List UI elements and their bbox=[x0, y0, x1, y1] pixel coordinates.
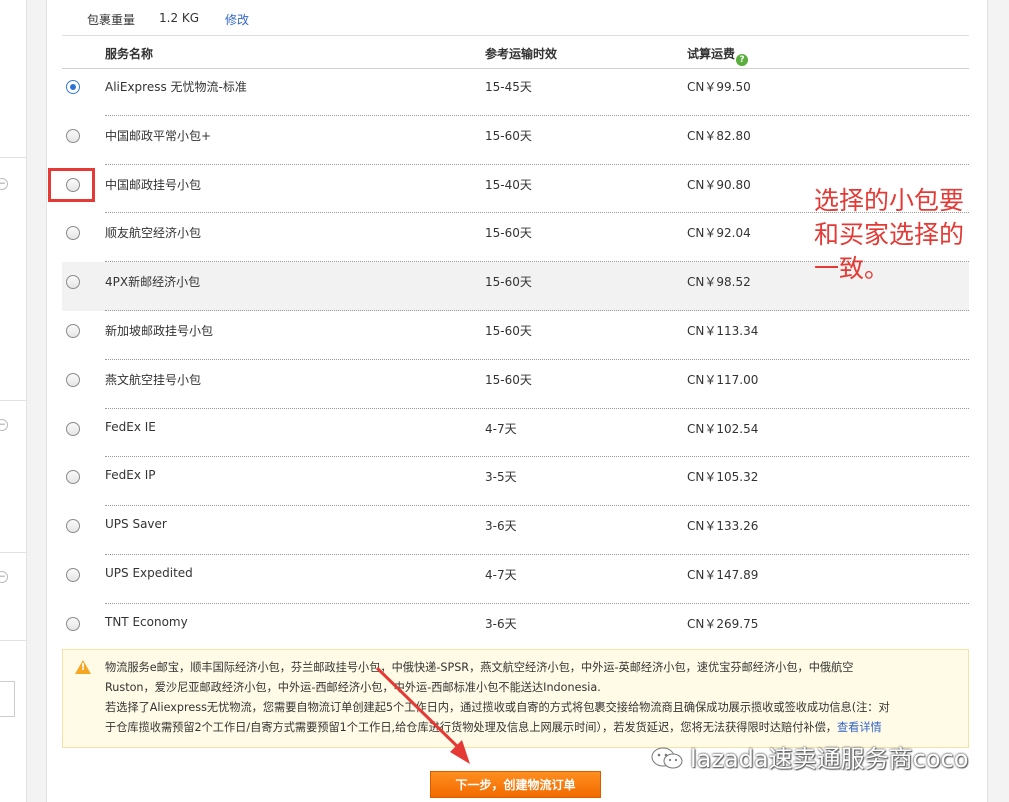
shipping-option-row[interactable]: 燕文航空挂号小包 15-60天 CN￥117.00 bbox=[62, 360, 969, 409]
shipping-option-radio[interactable] bbox=[66, 421, 80, 436]
service-name: 顺友航空经济小包 bbox=[105, 226, 202, 241]
service-name: 燕文航空挂号小包 bbox=[105, 372, 202, 387]
shipping-options-list: AliExpress 无忧物流-标准 15-45天 CN￥99.50 中国邮政平常小包… bbox=[62, 67, 969, 653]
estimated-fee: CN￥147.89 bbox=[687, 567, 759, 582]
estimated-fee: CN￥133.26 bbox=[687, 519, 759, 534]
delivery-time: 4-7天 bbox=[485, 421, 517, 436]
header-delivery-time: 参考运输时效 bbox=[485, 47, 558, 61]
estimated-fee: CN￥105.32 bbox=[687, 470, 759, 485]
shipping-option-radio[interactable] bbox=[66, 323, 80, 338]
delivery-time: 15-45天 bbox=[485, 80, 532, 94]
left-sidebar-divider bbox=[0, 400, 26, 401]
delivery-time: 15-60天 bbox=[485, 275, 532, 290]
shipping-option-radio[interactable] bbox=[66, 275, 80, 290]
warning-icon-mark: ! bbox=[80, 662, 86, 673]
estimated-fee: CN￥90.80 bbox=[687, 177, 751, 192]
weight-label: 包裹重量 bbox=[87, 13, 136, 27]
shipping-option-row[interactable]: 中国邮政平常小包+ 15-60天 CN￥82.80 bbox=[62, 116, 969, 165]
shipping-option-row[interactable]: AliExpress 无忧物流-标准 15-45天 CN￥99.50 bbox=[62, 67, 969, 116]
shipping-option-row[interactable]: TNT Economy 3-6天 CN￥269.75 bbox=[62, 604, 969, 653]
shipping-option-radio[interactable] bbox=[66, 372, 80, 387]
delivery-time: 3-6天 bbox=[485, 616, 517, 631]
estimated-fee: CN￥117.00 bbox=[687, 372, 759, 387]
delivery-time: 15-60天 bbox=[485, 128, 532, 143]
notice-line: Ruston，爱沙尼亚邮政经济小包，中外运-西邮经济小包，中外运-西邮标准小包不… bbox=[105, 681, 601, 694]
collapse-icon[interactable]: − bbox=[0, 178, 8, 190]
header-service-name: 服务名称 bbox=[105, 47, 154, 61]
help-icon[interactable]: ? bbox=[736, 54, 749, 66]
shipping-option-row[interactable]: 新加坡邮政挂号小包 15-60天 CN￥113.34 bbox=[62, 311, 969, 360]
watermark-text: lazada速卖通服务商coco bbox=[690, 745, 969, 773]
annotation-line: 选择的小包要 bbox=[814, 186, 965, 215]
shipping-option-row[interactable]: FedEx IP 3-5天 CN￥105.32 bbox=[62, 457, 969, 507]
left-sidebar-divider bbox=[0, 552, 26, 553]
service-name: UPS Expedited bbox=[105, 565, 193, 580]
service-name: FedEx IE bbox=[105, 419, 156, 434]
shipping-option-radio[interactable] bbox=[66, 519, 80, 534]
create-logistics-order-button[interactable]: 下一步，创建物流订单 bbox=[430, 771, 601, 798]
delivery-time: 15-60天 bbox=[485, 372, 532, 387]
notice-line: 若选择了Aliexpress无忧物流，您需要自物流订单创建起5个工作日内，通过揽… bbox=[105, 701, 890, 714]
header-estimated-fee: 试算运费? bbox=[687, 45, 749, 66]
service-name: FedEx IP bbox=[105, 468, 156, 483]
service-name: TNT Economy bbox=[105, 614, 188, 629]
delivery-time: 3-5天 bbox=[485, 470, 517, 485]
shipping-option-radio[interactable] bbox=[66, 616, 80, 631]
annotation-line: 和买家选择的 bbox=[814, 220, 965, 249]
shipping-option-radio[interactable] bbox=[66, 128, 80, 143]
annotation-text: 选择的小包要 和买家选择的 一致。 bbox=[814, 184, 1004, 286]
weight-value: 1.2 KG bbox=[159, 11, 200, 25]
annotation-line: 一致。 bbox=[814, 254, 890, 283]
estimated-fee: CN￥92.04 bbox=[687, 226, 751, 241]
notice-line: 物流服务e邮宝，顺丰国际经济小包，芬兰邮政挂号小包，中俄快递-SPSR，燕文航空… bbox=[105, 661, 854, 674]
shipping-option-row[interactable]: FedEx IE 4-7天 CN￥102.54 bbox=[62, 409, 969, 458]
shipping-option-row[interactable]: UPS Expedited 4-7天 CN￥147.89 bbox=[62, 555, 969, 604]
estimated-fee: CN￥98.52 bbox=[687, 275, 751, 290]
left-input-field[interactable] bbox=[0, 681, 15, 717]
delivery-time: 15-40天 bbox=[485, 177, 532, 192]
service-name: 中国邮政挂号小包 bbox=[105, 177, 202, 192]
service-name: 新加坡邮政挂号小包 bbox=[105, 323, 214, 338]
service-name: UPS Saver bbox=[105, 517, 167, 532]
notice-box: ! 物流服务e邮宝，顺丰国际经济小包，芬兰邮政挂号小包，中俄快递-SPSR，燕文… bbox=[62, 649, 969, 748]
estimated-fee: CN￥99.50 bbox=[687, 80, 751, 94]
collapse-icon[interactable]: − bbox=[0, 571, 8, 583]
shipping-option-radio[interactable] bbox=[66, 80, 80, 94]
estimated-fee: CN￥102.54 bbox=[687, 421, 759, 436]
delivery-time: 15-60天 bbox=[485, 226, 532, 241]
shipping-option-row[interactable]: UPS Saver 3-6天 CN￥133.26 bbox=[62, 506, 969, 555]
service-name: AliExpress 无忧物流-标准 bbox=[105, 80, 247, 94]
edit-weight-link[interactable]: 修改 bbox=[225, 11, 249, 28]
delivery-time: 3-6天 bbox=[485, 519, 517, 534]
left-sidebar-divider bbox=[0, 640, 26, 641]
view-details-link[interactable]: 查看详情 bbox=[837, 721, 882, 734]
estimated-fee: CN￥82.80 bbox=[687, 128, 751, 143]
watermark: lazada速卖通服务商coco bbox=[650, 744, 968, 774]
estimated-fee: CN￥113.34 bbox=[687, 323, 759, 338]
delivery-time: 4-7天 bbox=[485, 567, 517, 582]
service-name: 中国邮政平常小包+ bbox=[105, 128, 212, 143]
highlight-box bbox=[48, 168, 95, 202]
left-sidebar: − − − bbox=[0, 0, 27, 802]
collapse-icon[interactable]: − bbox=[0, 419, 8, 431]
service-name: 4PX新邮经济小包 bbox=[105, 275, 201, 290]
left-sidebar-divider bbox=[0, 157, 26, 158]
shipping-table-header: 服务名称 参考运输时效 试算运费? bbox=[62, 35, 969, 69]
shipping-option-radio[interactable] bbox=[66, 226, 80, 241]
shipping-option-radio[interactable] bbox=[66, 470, 80, 485]
delivery-time: 15-60天 bbox=[485, 323, 532, 338]
notice-line: 于仓库揽收需预留2个工作日/自寄方式需要预留1个工作日,给仓库进行货物处理及信息… bbox=[105, 721, 882, 734]
shipping-option-radio[interactable] bbox=[66, 567, 80, 582]
estimated-fee: CN￥269.75 bbox=[687, 616, 759, 631]
wechat-icon bbox=[651, 747, 683, 769]
